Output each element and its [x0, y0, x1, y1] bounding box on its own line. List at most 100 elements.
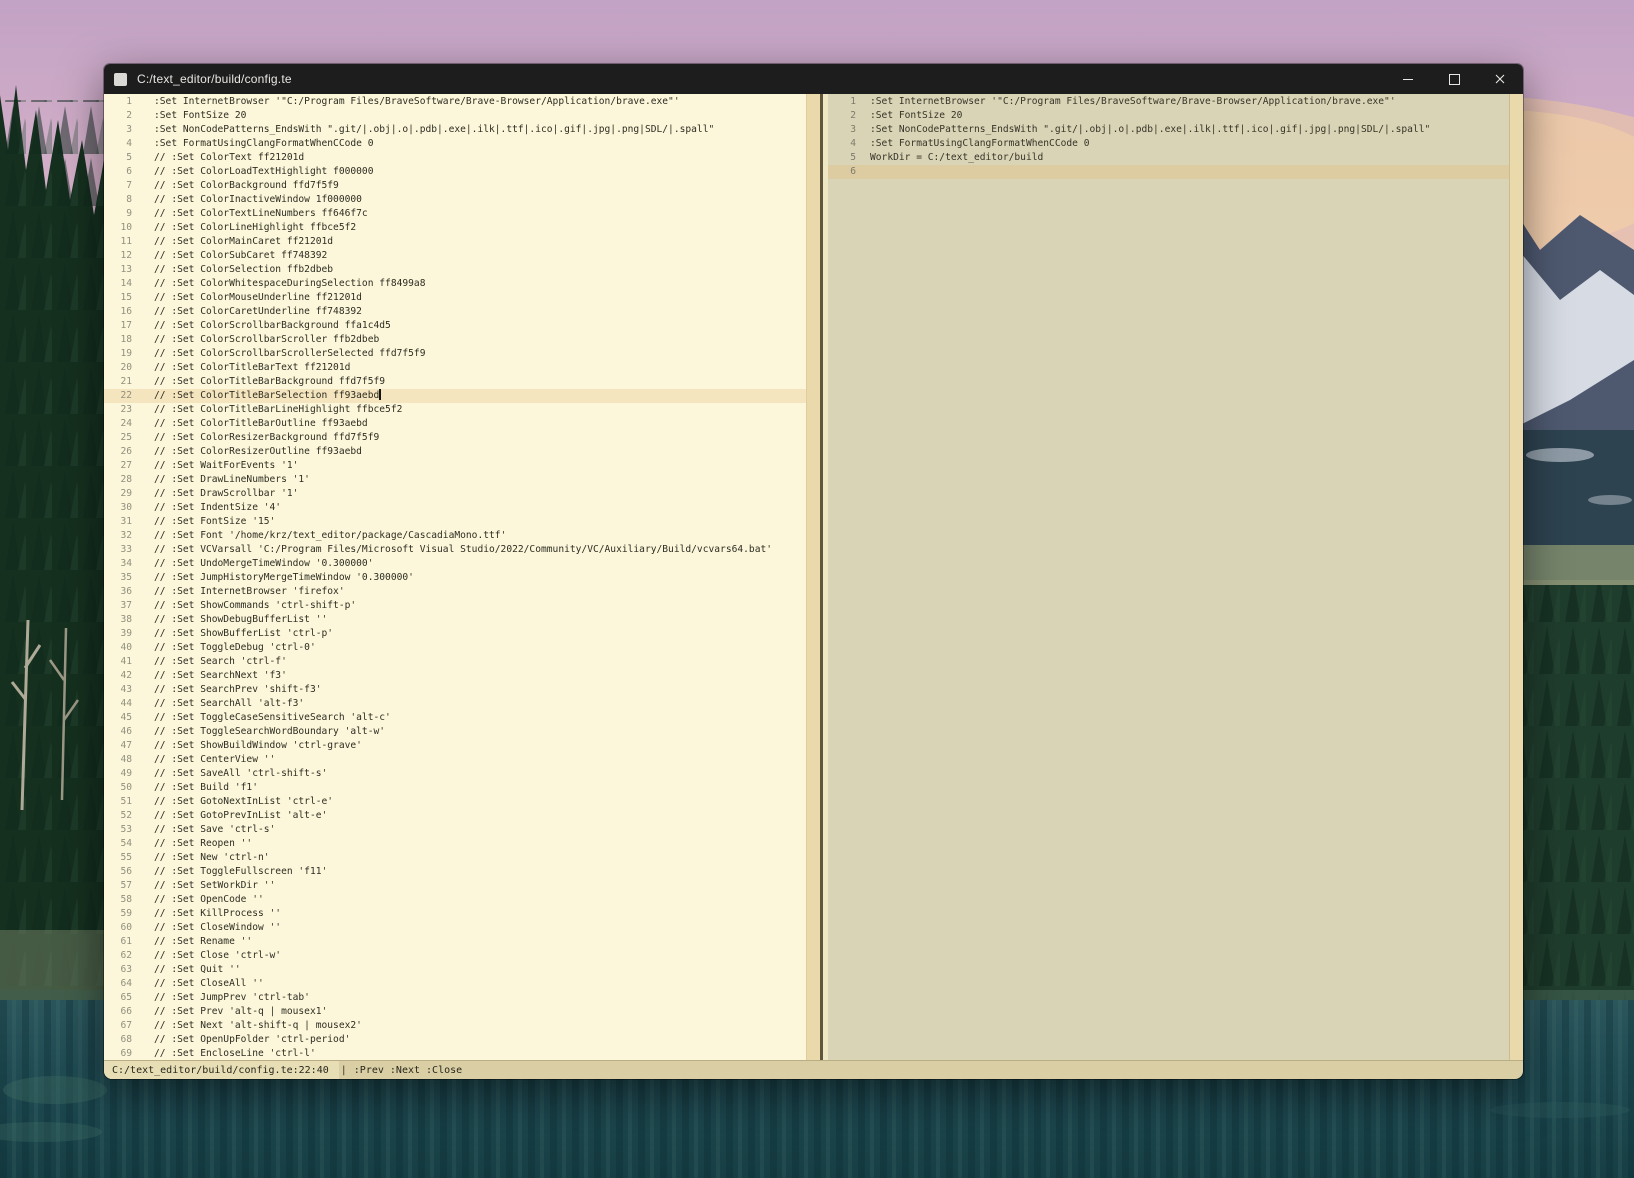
code-text: // :Set ColorSubCaret ff748392 [154, 249, 327, 263]
code-line[interactable]: 54// :Set Reopen '' [104, 837, 806, 851]
code-line[interactable]: 20// :Set ColorTitleBarText ff21201d [104, 361, 806, 375]
maximize-button[interactable] [1431, 64, 1477, 94]
code-line[interactable]: 13// :Set ColorSelection ffb2dbeb [104, 263, 806, 277]
code-line[interactable]: 52// :Set GotoPrevInList 'alt-e' [104, 809, 806, 823]
code-text: // :Set ColorScrollbarScroller ffb2dbeb [154, 333, 379, 347]
code-line[interactable]: 36// :Set InternetBrowser 'firefox' [104, 585, 806, 599]
code-line[interactable]: 2:Set FontSize 20 [104, 109, 806, 123]
code-line[interactable]: 62// :Set Close 'ctrl-w' [104, 949, 806, 963]
code-line[interactable]: 60// :Set CloseWindow '' [104, 921, 806, 935]
code-text: // :Set CenterView '' [154, 753, 275, 767]
code-text: // :Set UndoMergeTimeWindow '0.300000' [154, 557, 374, 571]
line-number: 28 [104, 473, 132, 487]
code-line[interactable]: 17// :Set ColorScrollbarBackground ffa1c… [104, 319, 806, 333]
code-line[interactable]: 31// :Set FontSize '15' [104, 515, 806, 529]
code-line[interactable]: 27// :Set WaitForEvents '1' [104, 459, 806, 473]
code-line[interactable]: 4:Set FormatUsingClangFormatWhenCCode 0 [104, 137, 806, 151]
code-line[interactable]: 22// :Set ColorTitleBarSelection ff93aeb… [104, 389, 806, 403]
code-line[interactable]: 35// :Set JumpHistoryMergeTimeWindow '0.… [104, 571, 806, 585]
code-line[interactable]: 9// :Set ColorTextLineNumbers ff646f7c [104, 207, 806, 221]
code-line[interactable]: 8// :Set ColorInactiveWindow 1f000000 [104, 193, 806, 207]
code-line[interactable]: 21// :Set ColorTitleBarBackground ffd7f5… [104, 375, 806, 389]
code-line[interactable]: 51// :Set GotoNextInList 'ctrl-e' [104, 795, 806, 809]
code-line[interactable]: 55// :Set New 'ctrl-n' [104, 851, 806, 865]
code-line[interactable]: 63// :Set Quit '' [104, 963, 806, 977]
code-line[interactable]: 19// :Set ColorScrollbarScrollerSelected… [104, 347, 806, 361]
editor-pane-right[interactable]: 1:Set InternetBrowser '"C:/Program Files… [828, 94, 1509, 1060]
code-line[interactable]: 14// :Set ColorWhitespaceDuringSelection… [104, 277, 806, 291]
code-line[interactable]: 18// :Set ColorScrollbarScroller ffb2dbe… [104, 333, 806, 347]
code-line[interactable]: 44// :Set SearchAll 'alt-f3' [104, 697, 806, 711]
code-line[interactable]: 10// :Set ColorLineHighlight ffbce5f2 [104, 221, 806, 235]
code-line[interactable]: 2:Set FontSize 20 [828, 109, 1509, 123]
code-line[interactable]: 29// :Set DrawScrollbar '1' [104, 487, 806, 501]
code-line[interactable]: 69// :Set EncloseLine 'ctrl-l' [104, 1047, 806, 1060]
code-line[interactable]: 42// :Set SearchNext 'f3' [104, 669, 806, 683]
line-number: 25 [104, 431, 132, 445]
code-line[interactable]: 46// :Set ToggleSearchWordBoundary 'alt-… [104, 725, 806, 739]
code-line[interactable]: 58// :Set OpenCode '' [104, 893, 806, 907]
code-line[interactable]: 7// :Set ColorBackground ffd7f5f9 [104, 179, 806, 193]
code-line[interactable]: 34// :Set UndoMergeTimeWindow '0.300000' [104, 557, 806, 571]
code-line[interactable]: 45// :Set ToggleCaseSensitiveSearch 'alt… [104, 711, 806, 725]
code-line[interactable]: 40// :Set ToggleDebug 'ctrl-0' [104, 641, 806, 655]
window-titlebar[interactable]: C:/text_editor/build/config.te [104, 64, 1523, 94]
code-line[interactable]: 26// :Set ColorResizerOutline ff93aebd [104, 445, 806, 459]
code-line[interactable]: 41// :Set Search 'ctrl-f' [104, 655, 806, 669]
code-line[interactable]: 64// :Set CloseAll '' [104, 977, 806, 991]
code-text: // :Set EncloseLine 'ctrl-l' [154, 1047, 316, 1060]
code-line[interactable]: 47// :Set ShowBuildWindow 'ctrl-grave' [104, 739, 806, 753]
minimize-button[interactable] [1385, 64, 1431, 94]
code-line[interactable]: 6 [828, 165, 1509, 179]
code-line[interactable]: 15// :Set ColorMouseUnderline ff21201d [104, 291, 806, 305]
code-line[interactable]: 68// :Set OpenUpFolder 'ctrl-period' [104, 1033, 806, 1047]
code-line[interactable]: 5// :Set ColorText ff21201d [104, 151, 806, 165]
code-line[interactable]: 33// :Set VCVarsall 'C:/Program Files/Mi… [104, 543, 806, 557]
code-line[interactable]: 16// :Set ColorCaretUnderline ff748392 [104, 305, 806, 319]
code-line[interactable]: 53// :Set Save 'ctrl-s' [104, 823, 806, 837]
left-pane-scrollbar[interactable] [806, 94, 820, 1060]
line-number: 1 [828, 95, 856, 109]
maximize-icon [1449, 74, 1460, 85]
editor-pane-left[interactable]: 1:Set InternetBrowser '"C:/Program Files… [104, 94, 806, 1060]
line-number: 59 [104, 907, 132, 921]
code-line[interactable]: 12// :Set ColorSubCaret ff748392 [104, 249, 806, 263]
right-pane-scrollbar[interactable] [1509, 94, 1523, 1060]
code-line[interactable]: 65// :Set JumpPrev 'ctrl-tab' [104, 991, 806, 1005]
code-line[interactable]: 5WorkDir = C:/text_editor/build [828, 151, 1509, 165]
code-line[interactable]: 4:Set FormatUsingClangFormatWhenCCode 0 [828, 137, 1509, 151]
code-line[interactable]: 11// :Set ColorMainCaret ff21201d [104, 235, 806, 249]
code-text: // :Set ColorBackground ffd7f5f9 [154, 179, 339, 193]
code-line[interactable]: 57// :Set SetWorkDir '' [104, 879, 806, 893]
code-line[interactable]: 59// :Set KillProcess '' [104, 907, 806, 921]
code-line[interactable]: 43// :Set SearchPrev 'shift-f3' [104, 683, 806, 697]
editor-window: C:/text_editor/build/config.te 1:Set Int… [104, 64, 1523, 1079]
code-line[interactable]: 3:Set NonCodePatterns_EndsWith ".git/|.o… [104, 123, 806, 137]
code-line[interactable]: 56// :Set ToggleFullscreen 'f11' [104, 865, 806, 879]
code-line[interactable]: 49// :Set SaveAll 'ctrl-shift-s' [104, 767, 806, 781]
code-line[interactable]: 67// :Set Next 'alt-shift-q | mousex2' [104, 1019, 806, 1033]
code-line[interactable]: 6// :Set ColorLoadTextHighlight f000000 [104, 165, 806, 179]
code-line[interactable]: 37// :Set ShowCommands 'ctrl-shift-p' [104, 599, 806, 613]
code-line[interactable]: 38// :Set ShowDebugBufferList '' [104, 613, 806, 627]
close-button[interactable] [1477, 64, 1523, 94]
status-commands[interactable]: :Prev :Next :Close [354, 1065, 462, 1076]
code-text: // :Set CloseWindow '' [154, 921, 281, 935]
code-line[interactable]: 24// :Set ColorTitleBarOutline ff93aebd [104, 417, 806, 431]
code-line[interactable]: 3:Set NonCodePatterns_EndsWith ".git/|.o… [828, 123, 1509, 137]
code-line[interactable]: 50// :Set Build 'f1' [104, 781, 806, 795]
code-line[interactable]: 28// :Set DrawLineNumbers '1' [104, 473, 806, 487]
code-line[interactable]: 25// :Set ColorResizerBackground ffd7f5f… [104, 431, 806, 445]
code-line[interactable]: 66// :Set Prev 'alt-q | mousex1' [104, 1005, 806, 1019]
code-line[interactable]: 30// :Set IndentSize '4' [104, 501, 806, 515]
code-line[interactable]: 23// :Set ColorTitleBarLineHighlight ffb… [104, 403, 806, 417]
pane-divider[interactable] [820, 94, 828, 1060]
code-line[interactable]: 1:Set InternetBrowser '"C:/Program Files… [828, 95, 1509, 109]
code-line[interactable]: 32// :Set Font '/home/krz/text_editor/pa… [104, 529, 806, 543]
code-text: // :Set JumpHistoryMergeTimeWindow '0.30… [154, 571, 414, 585]
code-text: // :Set ColorScrollbarScrollerSelected f… [154, 347, 425, 361]
code-line[interactable]: 48// :Set CenterView '' [104, 753, 806, 767]
code-line[interactable]: 61// :Set Rename '' [104, 935, 806, 949]
code-line[interactable]: 1:Set InternetBrowser '"C:/Program Files… [104, 95, 806, 109]
code-line[interactable]: 39// :Set ShowBufferList 'ctrl-p' [104, 627, 806, 641]
